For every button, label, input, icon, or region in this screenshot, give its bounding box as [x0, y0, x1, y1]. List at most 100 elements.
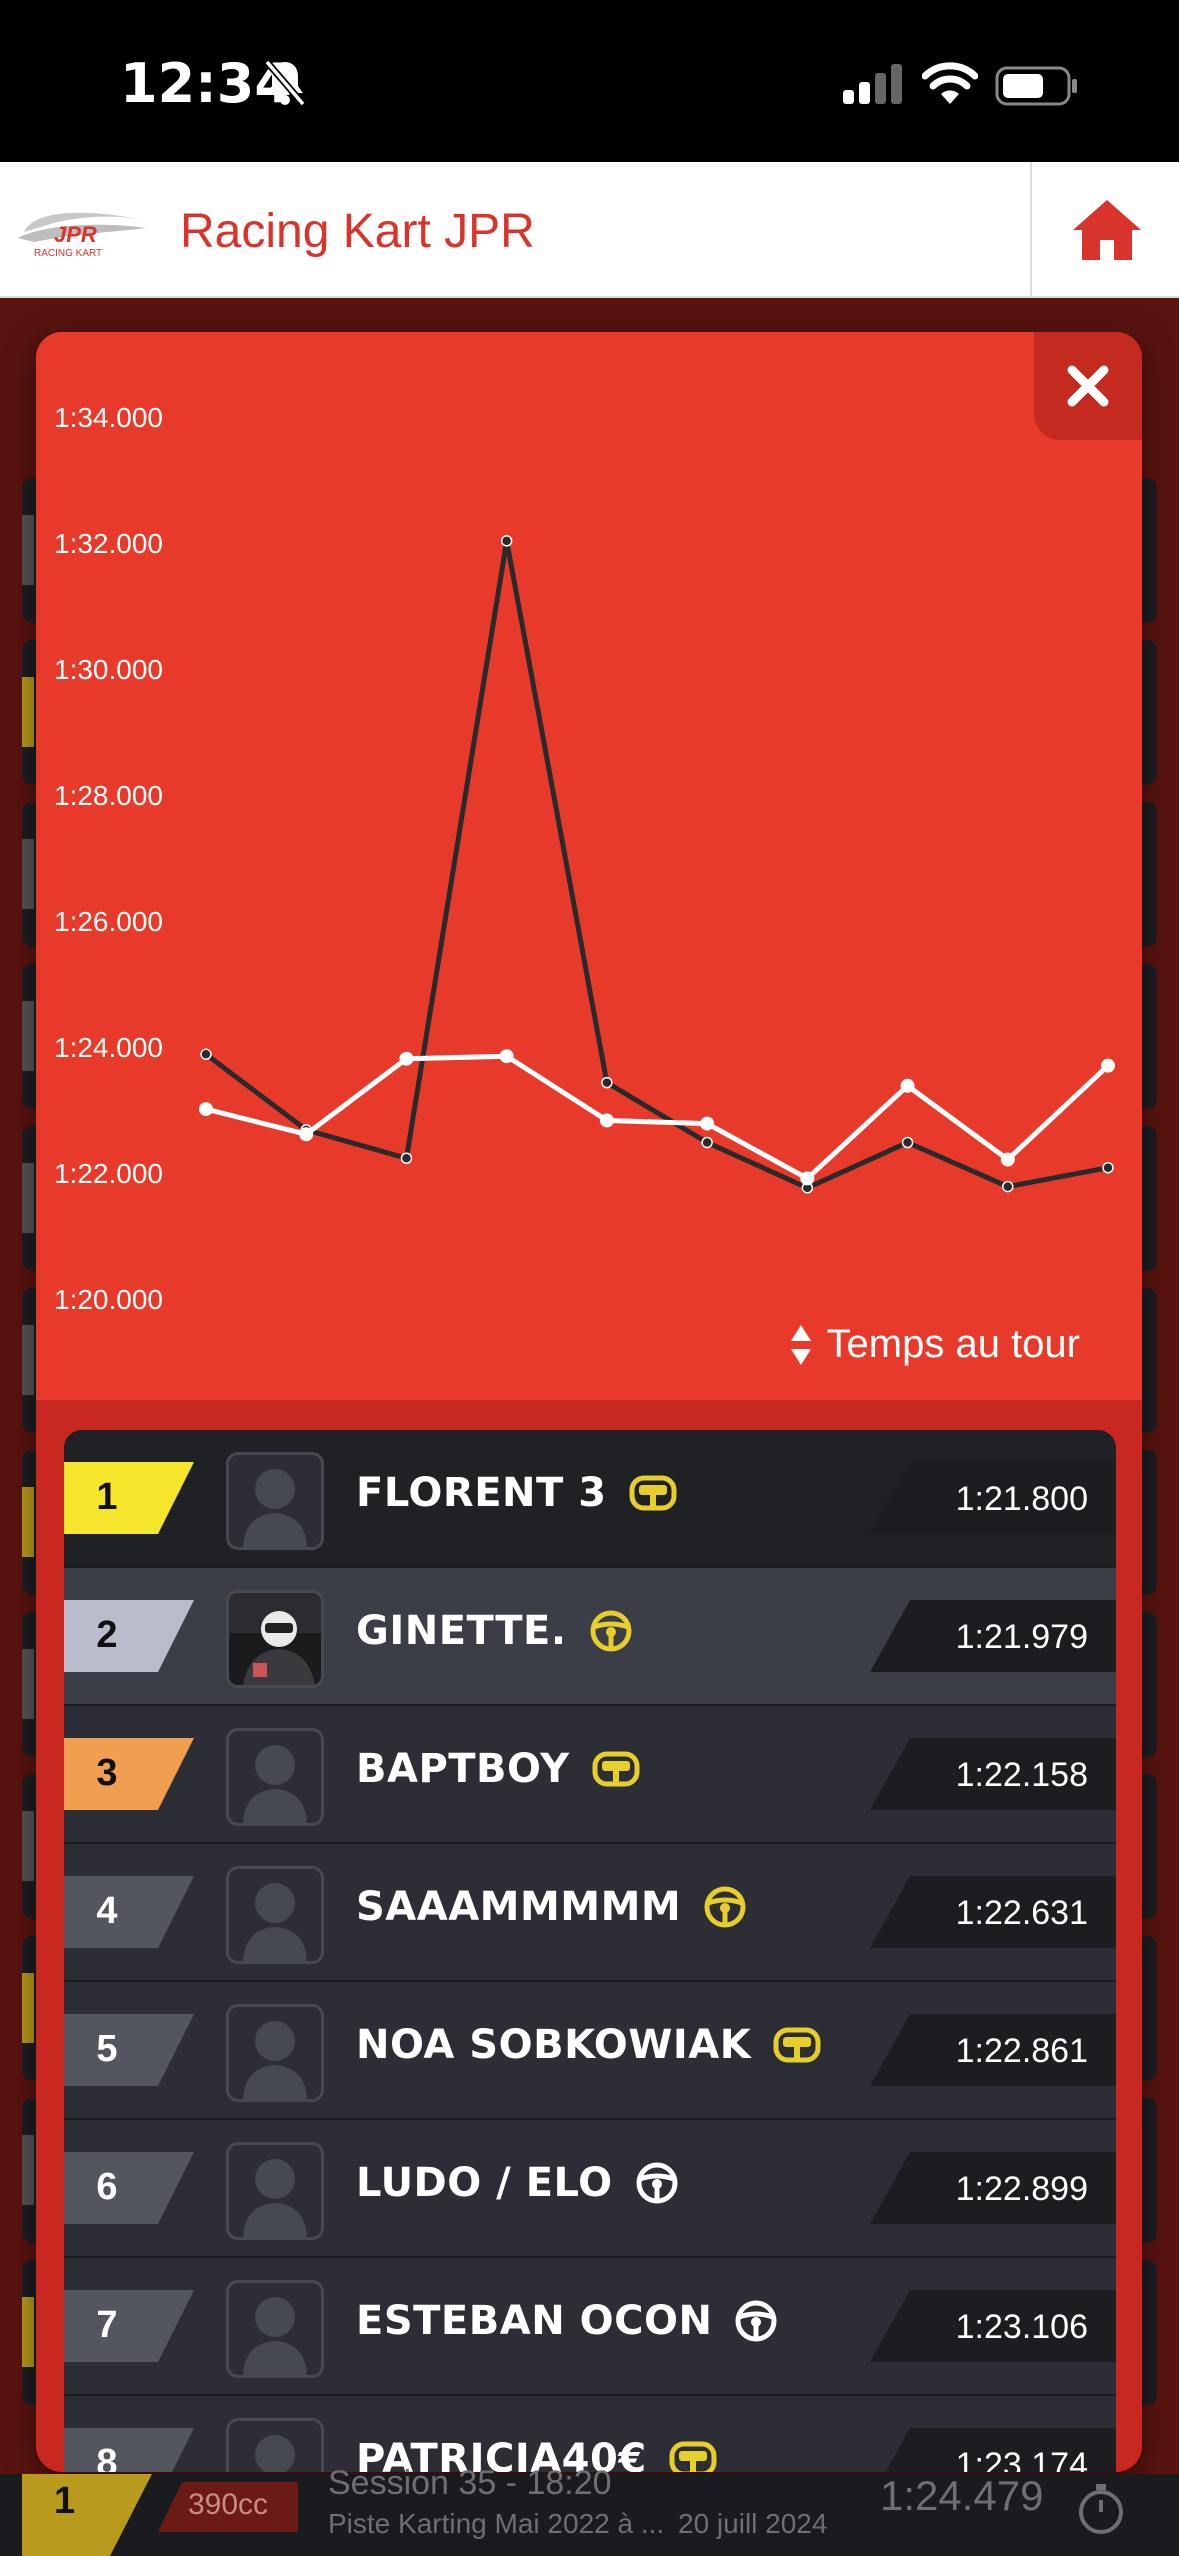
- data-point: [299, 1127, 314, 1142]
- driver-avatar: [226, 2142, 324, 2240]
- lap-time-chart: 1:34.000 1:32.000 1:30.000 1:28.000 1:26.000…: [36, 332, 1142, 1400]
- leaderboard-row[interactable]: 1 FLORENT 3 1:21.800: [64, 1430, 1116, 1569]
- driver-avatar: [226, 1728, 324, 1826]
- data-point: [700, 1116, 715, 1131]
- driver-name-label: LUDO / ELO: [356, 2160, 613, 2206]
- category-badge: 390cc: [158, 2482, 298, 2532]
- leaderboard-row[interactable]: 2 GINETTE. 1:21.979: [64, 1568, 1116, 1707]
- rank-number: 4: [96, 1890, 118, 1932]
- lap-time-badge: 1:23.174: [870, 2428, 1116, 2472]
- avatar-placeholder: [243, 2021, 307, 2099]
- kart-wheel-icon: [773, 2027, 821, 2063]
- data-point: [1102, 1161, 1114, 1174]
- session-title: Session 35 - 18:20: [328, 2464, 612, 2502]
- lap-time: 1:22.631: [955, 1894, 1088, 1932]
- rank-number: 1: [96, 1476, 118, 1518]
- chart-plot: [199, 535, 1115, 1194]
- status-bar: 12:34: [0, 0, 1179, 162]
- best-lap-time: 1:24.479: [880, 2472, 1044, 2519]
- category-label: 390cc: [188, 2488, 269, 2521]
- data-point: [1000, 1152, 1015, 1167]
- lap-time-badge: 1:22.631: [870, 1876, 1116, 1948]
- lap-time: 1:23.174: [955, 2446, 1088, 2472]
- driver-name: FLORENT 3: [356, 1470, 677, 1516]
- rank-badge: 5: [64, 2014, 194, 2086]
- lap-times-modal: 1:34.000 1:32.000 1:30.000 1:28.000 1:26.000…: [36, 332, 1142, 2472]
- driver-name: NOA SOBKOWIAK: [356, 2022, 821, 2068]
- rank-number: 8: [96, 2442, 118, 2472]
- steering-wheel-icon: [590, 1610, 632, 1652]
- steering-wheel-icon: [636, 2162, 678, 2204]
- sort-label: Temps au tour: [826, 1322, 1080, 1366]
- wifi-icon: [922, 62, 978, 104]
- driver-name: GINETTE.: [356, 1608, 633, 1654]
- home-icon: [1072, 200, 1141, 260]
- stopwatch-icon: [1079, 2484, 1123, 2534]
- home-button[interactable]: [1030, 162, 1179, 296]
- lap-time-badge: 1:22.899: [870, 2152, 1116, 2224]
- driver-name-label: FLORENT 3: [356, 1470, 607, 1516]
- driver-name: SAAAMMMMM: [356, 1884, 747, 1930]
- avatar-placeholder: [255, 2435, 295, 2472]
- leaderboard-row[interactable]: 8 PATRICIA40€ 1:23.174: [64, 2396, 1116, 2472]
- rank-badge: 1: [64, 1462, 194, 1534]
- driver-name-label: BAPTBOY: [356, 1746, 570, 1792]
- driver-name: LUDO / ELO: [356, 2160, 679, 2206]
- lap-time: 1:22.158: [955, 1756, 1088, 1794]
- driver-avatar: [226, 2418, 324, 2472]
- sort-toggle[interactable]: Temps au tour: [789, 1322, 1080, 1367]
- lap-time-badge: 1:22.861: [870, 2014, 1116, 2086]
- rank-number: 6: [96, 2166, 118, 2208]
- close-button[interactable]: [1034, 332, 1142, 440]
- rank-badge: 6: [64, 2152, 194, 2224]
- rank-badge: 7: [64, 2290, 194, 2362]
- lap-time-badge: 1:22.158: [870, 1738, 1116, 1810]
- avatar-placeholder: [243, 2297, 307, 2375]
- driver-name-label: GINETTE.: [356, 1608, 567, 1654]
- avatar-placeholder: [243, 2159, 307, 2237]
- driver-name: ESTEBAN OCON: [356, 2298, 778, 2344]
- data-point: [599, 1113, 614, 1128]
- series-line-dark: [204, 538, 1109, 1191]
- session-date: 20 juill 2024: [678, 2508, 828, 2539]
- lap-time-badge: 1:21.979: [870, 1600, 1116, 1672]
- data-point: [601, 1076, 613, 1089]
- driver-avatar: [226, 1866, 324, 1964]
- series-line-white: [205, 1053, 1110, 1181]
- data-point: [399, 1051, 414, 1066]
- current-session-bar[interactable]: 1 390cc Session 35 - 18:20 Piste Karting…: [0, 2464, 1179, 2556]
- rank-badge: 4: [64, 1876, 194, 1948]
- driver-name-label: SAAAMMMMM: [356, 1884, 682, 1930]
- driver-avatar: [226, 1590, 324, 1688]
- driver-avatar: [226, 2004, 324, 2102]
- data-point: [400, 1152, 413, 1164]
- leaderboard-row[interactable]: 3 BAPTBOY 1:22.158: [64, 1706, 1116, 1845]
- leaderboard-row[interactable]: 5 NOA SOBKOWIAK 1:22.861: [64, 1982, 1116, 2121]
- rank-number: 2: [96, 1614, 118, 1656]
- leaderboard-row[interactable]: 6 LUDO / ELO 1:22.899: [64, 2120, 1116, 2259]
- app-title: Racing Kart JPR: [180, 205, 535, 258]
- kart-wheel-icon: [592, 1751, 640, 1787]
- driver-name: BAPTBOY: [356, 1746, 640, 1792]
- rank-number: 5: [96, 2028, 118, 2070]
- data-point: [499, 1049, 514, 1064]
- rank-badge: 3: [64, 1738, 194, 1810]
- svg-text:JPR: JPR: [54, 222, 97, 247]
- data-point: [1002, 1180, 1014, 1193]
- data-point: [901, 1136, 914, 1149]
- driver-name-label: ESTEBAN OCON: [356, 2298, 713, 2344]
- data-point: [800, 1171, 815, 1186]
- driver-name-label: NOA SOBKOWIAK: [356, 2022, 752, 2068]
- leaderboard-row[interactable]: 7 ESTEBAN OCON 1:23.106: [64, 2258, 1116, 2397]
- data-point: [199, 1102, 213, 1117]
- avatar-placeholder: [243, 1745, 307, 1823]
- driver-avatar: [226, 1452, 324, 1550]
- lap-time: 1:22.861: [955, 2032, 1088, 2070]
- kart-wheel-icon: [669, 2441, 717, 2472]
- rank-badge: 2: [64, 1600, 194, 1672]
- kart-wheel-icon: [629, 1475, 677, 1511]
- jpr-logo: JPR RACING KART: [18, 212, 146, 258]
- track-name: Piste Karting Mai 2022 à ...: [328, 2508, 665, 2539]
- leaderboard-row[interactable]: 4 SAAAMMMMM 1:22.631: [64, 1844, 1116, 1983]
- rank-badge: [22, 2474, 152, 2556]
